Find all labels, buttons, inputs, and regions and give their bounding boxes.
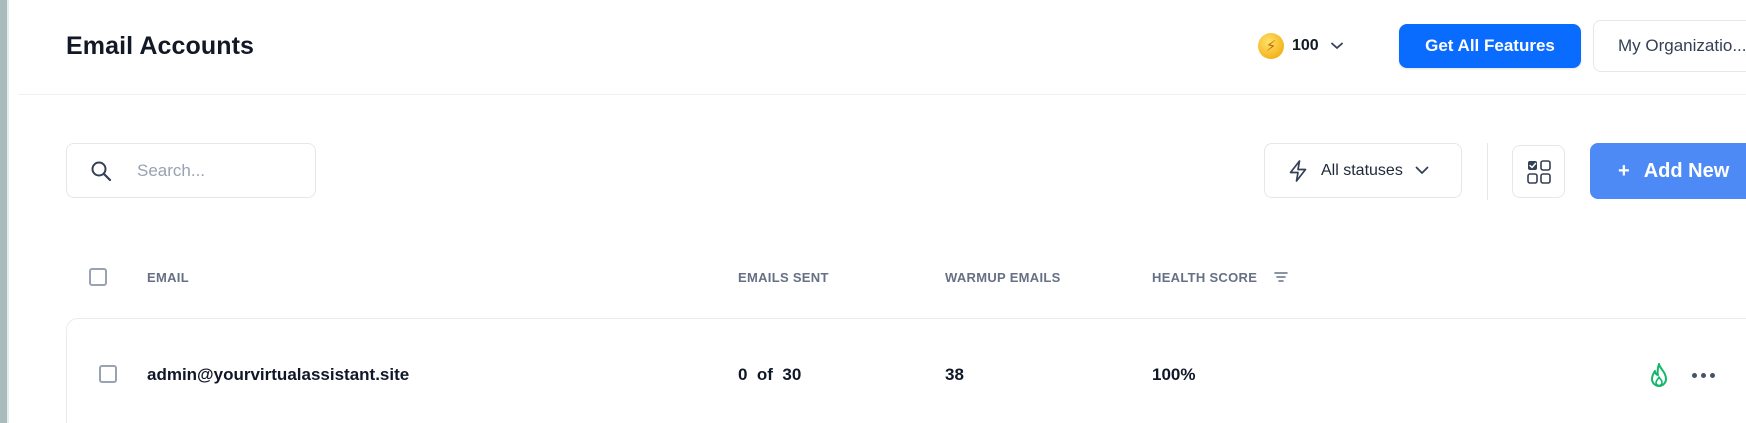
column-header-warmup-emails: WARMUP EMAILS: [945, 270, 1061, 285]
lightning-icon: [1289, 159, 1307, 182]
get-all-features-button[interactable]: Get All Features: [1399, 24, 1581, 68]
page-title: Email Accounts: [66, 32, 255, 60]
column-header-health-score[interactable]: HEALTH SCORE: [1152, 270, 1257, 285]
status-filter-label: All statuses: [1321, 161, 1403, 179]
column-header-emails-sent: EMAILS SENT: [738, 270, 829, 285]
left-edge-strip: [0, 0, 7, 423]
column-header-email: EMAIL: [147, 270, 189, 285]
search-box[interactable]: [66, 143, 316, 198]
dot: [1692, 372, 1697, 378]
chevron-down-icon: [1415, 166, 1429, 174]
search-input[interactable]: [137, 156, 302, 186]
credits-value: 100: [1292, 37, 1319, 54]
credits-dropdown[interactable]: ⚡ 100: [1258, 30, 1343, 62]
row-emails-sent: 0 of 30: [738, 365, 802, 384]
dot: [1710, 372, 1715, 378]
row-checkbox[interactable]: [99, 365, 117, 383]
chevron-down-icon: [1330, 42, 1343, 49]
app-root: Email Accounts ⚡ 100 Get All Features My…: [0, 0, 1746, 423]
grid-view-icon: [1526, 159, 1551, 184]
top-header: Email Accounts ⚡ 100 Get All Features My…: [18, 0, 1746, 95]
organization-label: My Organizatio...: [1618, 36, 1746, 55]
dot: [1701, 372, 1706, 378]
more-options-icon[interactable]: [1692, 370, 1718, 380]
add-new-button[interactable]: + Add New: [1590, 143, 1746, 199]
table-header: EMAIL EMAILS SENT WARMUP EMAILS HEALTH S…: [0, 264, 1746, 294]
left-edge-shadow: [7, 0, 9, 423]
row-email: admin@yourvirtualassistant.site: [147, 365, 410, 384]
warmup-fire-icon[interactable]: [1646, 362, 1672, 390]
plus-icon: +: [1618, 159, 1630, 182]
row-health-score: 100%: [1152, 365, 1196, 384]
view-toggle-button[interactable]: [1512, 145, 1565, 198]
toolbar-divider: [1487, 143, 1488, 200]
search-icon: [91, 161, 112, 182]
status-filter-dropdown[interactable]: All statuses: [1264, 143, 1462, 198]
sort-icon[interactable]: [1274, 271, 1288, 283]
organization-switcher[interactable]: My Organizatio...: [1593, 20, 1746, 72]
select-all-checkbox[interactable]: [89, 268, 107, 286]
add-new-label: Add New: [1643, 159, 1730, 182]
row-warmup-emails: 38: [945, 365, 964, 384]
lightning-coin-icon: ⚡: [1258, 33, 1284, 59]
